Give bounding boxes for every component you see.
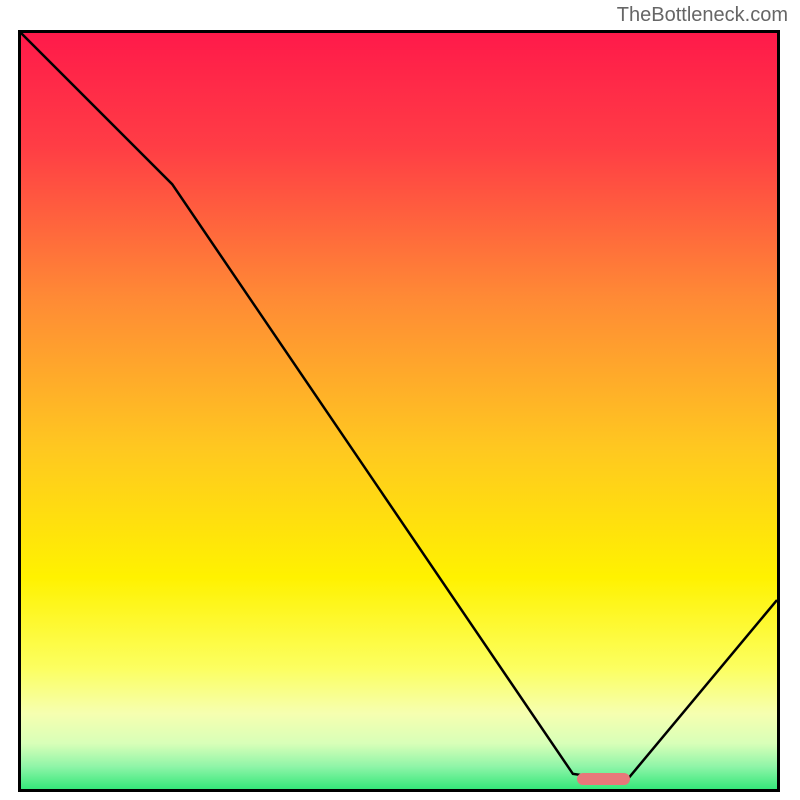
chart-frame <box>18 30 780 792</box>
optimal-marker <box>577 773 630 785</box>
bottleneck-curve <box>21 33 777 789</box>
watermark-text: TheBottleneck.com <box>617 4 788 27</box>
